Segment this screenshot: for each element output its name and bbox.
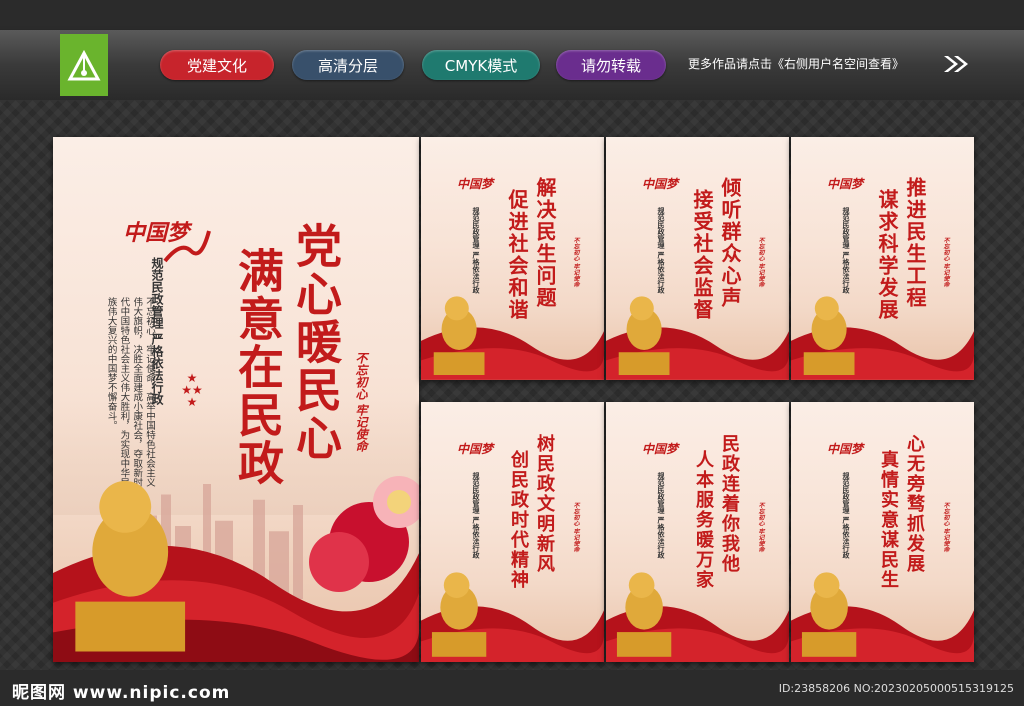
poster-1-title-line2: 促进社会和谐: [505, 189, 529, 321]
poster-2-stamp: 不忘初心 牢记使命: [757, 237, 764, 288]
poster-4-title-line2: 创民政时代精神: [508, 450, 529, 590]
tag-party-culture[interactable]: 党建文化: [160, 50, 274, 80]
calligraphy-swirl-icon: [163, 230, 211, 263]
poster-3-title-line1: 推进民生工程: [903, 177, 927, 309]
china-dream-logo: 中国梦: [642, 177, 679, 191]
poster-6-stamp: 不忘初心 牢记使命: [942, 502, 949, 553]
poster-2: 中国梦 倾听群众心声 接受社会监督 规范民政管理 严格依法行政 不忘初心 牢记使…: [606, 137, 789, 380]
poster-2-title-line2: 接受社会监督: [690, 189, 714, 321]
china-dream-logo: 中国梦: [457, 177, 494, 191]
tag-hd-layers[interactable]: 高清分层: [292, 50, 404, 80]
golden-lion-statue: [432, 572, 487, 657]
site-logo[interactable]: [60, 34, 108, 96]
poster-5-title-line1: 民政连着你我他: [719, 434, 740, 574]
main-title-line1: 党心暖民心: [289, 222, 343, 462]
main-poster: 中国梦 党心暖民心 满意在民政 不忘初心 牢记使命 ★ ★★ ★ 规范民政管理 严格…: [53, 137, 419, 662]
poster-1-subtitle: 规范民政管理 严格依法行政: [472, 207, 481, 294]
poster-3-stamp: 不忘初心 牢记使命: [942, 237, 949, 288]
tag-no-repost[interactable]: 请勿转载: [556, 50, 666, 80]
poster-3-title-line2: 谋求科学发展: [875, 189, 899, 321]
poster-1-stamp: 不忘初心 牢记使命: [572, 237, 579, 288]
golden-lion-statue: [74, 480, 185, 652]
poster-1: 中国梦 解决民生问题 促进社会和谐 规范民政管理 严格依法行政 不忘初心 牢记使…: [421, 137, 604, 380]
china-dream-logo: 中国梦: [827, 177, 864, 191]
china-dream-logo: 中国梦: [457, 442, 494, 456]
china-dream-logo: 中国梦: [827, 442, 864, 456]
golden-lion-statue: [802, 572, 857, 657]
poster-3: 中国梦 推进民生工程 谋求科学发展 规范民政管理 严格依法行政 不忘初心 牢记使…: [791, 137, 974, 380]
poster-4-subtitle: 规范民政管理 严格依法行政: [472, 472, 481, 559]
poster-2-title-line1: 倾听群众心声: [718, 177, 742, 309]
golden-lion-statue: [617, 572, 672, 657]
pen-nib-icon: [67, 49, 101, 81]
footer-bar: 昵图网 www.nipic.com ID:23858206 NO:2023020…: [0, 670, 1024, 706]
poster-4: 中国梦 树民政文明新风 创民政时代精神 规范民政管理 严格依法行政 不忘初心 牢…: [421, 402, 604, 662]
golden-lion-statue: [619, 296, 670, 376]
double-arrow-right-icon[interactable]: [942, 54, 970, 74]
poster-6-subtitle: 规范民政管理 严格依法行政: [842, 472, 851, 559]
poster-4-title-line1: 树民政文明新风: [534, 434, 555, 574]
poster-3-subtitle: 规范民政管理 严格依法行政: [842, 207, 851, 294]
image-id-text: ID:23858206 NO:20230205000515319125: [778, 682, 1014, 695]
poster-5: 中国梦 民政连着你我他 人本服务暖万家 规范民政管理 严格依法行政 不忘初心 牢…: [606, 402, 789, 662]
poster-5-subtitle: 规范民政管理 严格依法行政: [657, 472, 666, 559]
poster-6-title-line2: 真情实意谋民生: [878, 450, 899, 590]
poster-2-subtitle: 规范民政管理 严格依法行政: [657, 207, 666, 294]
golden-lion-statue: [434, 296, 485, 376]
site-watermark[interactable]: 昵图网 www.nipic.com: [12, 678, 230, 703]
tag-cmyk-mode[interactable]: CMYK模式: [422, 50, 540, 80]
poster-6-title-line1: 心无旁骛抓发展: [904, 434, 925, 574]
stars-decoration: ★ ★★ ★: [181, 371, 203, 409]
golden-lion-statue: [804, 296, 855, 376]
poster-1-title-line1: 解决民生问题: [533, 177, 557, 309]
more-works-link[interactable]: 更多作品请点击《右侧用户名空间查看》: [688, 55, 904, 72]
main-stamp: 不忘初心 牢记使命: [354, 352, 368, 453]
poster-5-stamp: 不忘初心 牢记使命: [757, 502, 764, 553]
poster-5-title-line2: 人本服务暖万家: [693, 450, 714, 590]
china-dream-logo: 中国梦: [642, 442, 679, 456]
poster-6: 中国梦 心无旁骛抓发展 真情实意谋民生 规范民政管理 严格依法行政 不忘初心 牢…: [791, 402, 974, 662]
poster-4-stamp: 不忘初心 牢记使命: [572, 502, 579, 553]
